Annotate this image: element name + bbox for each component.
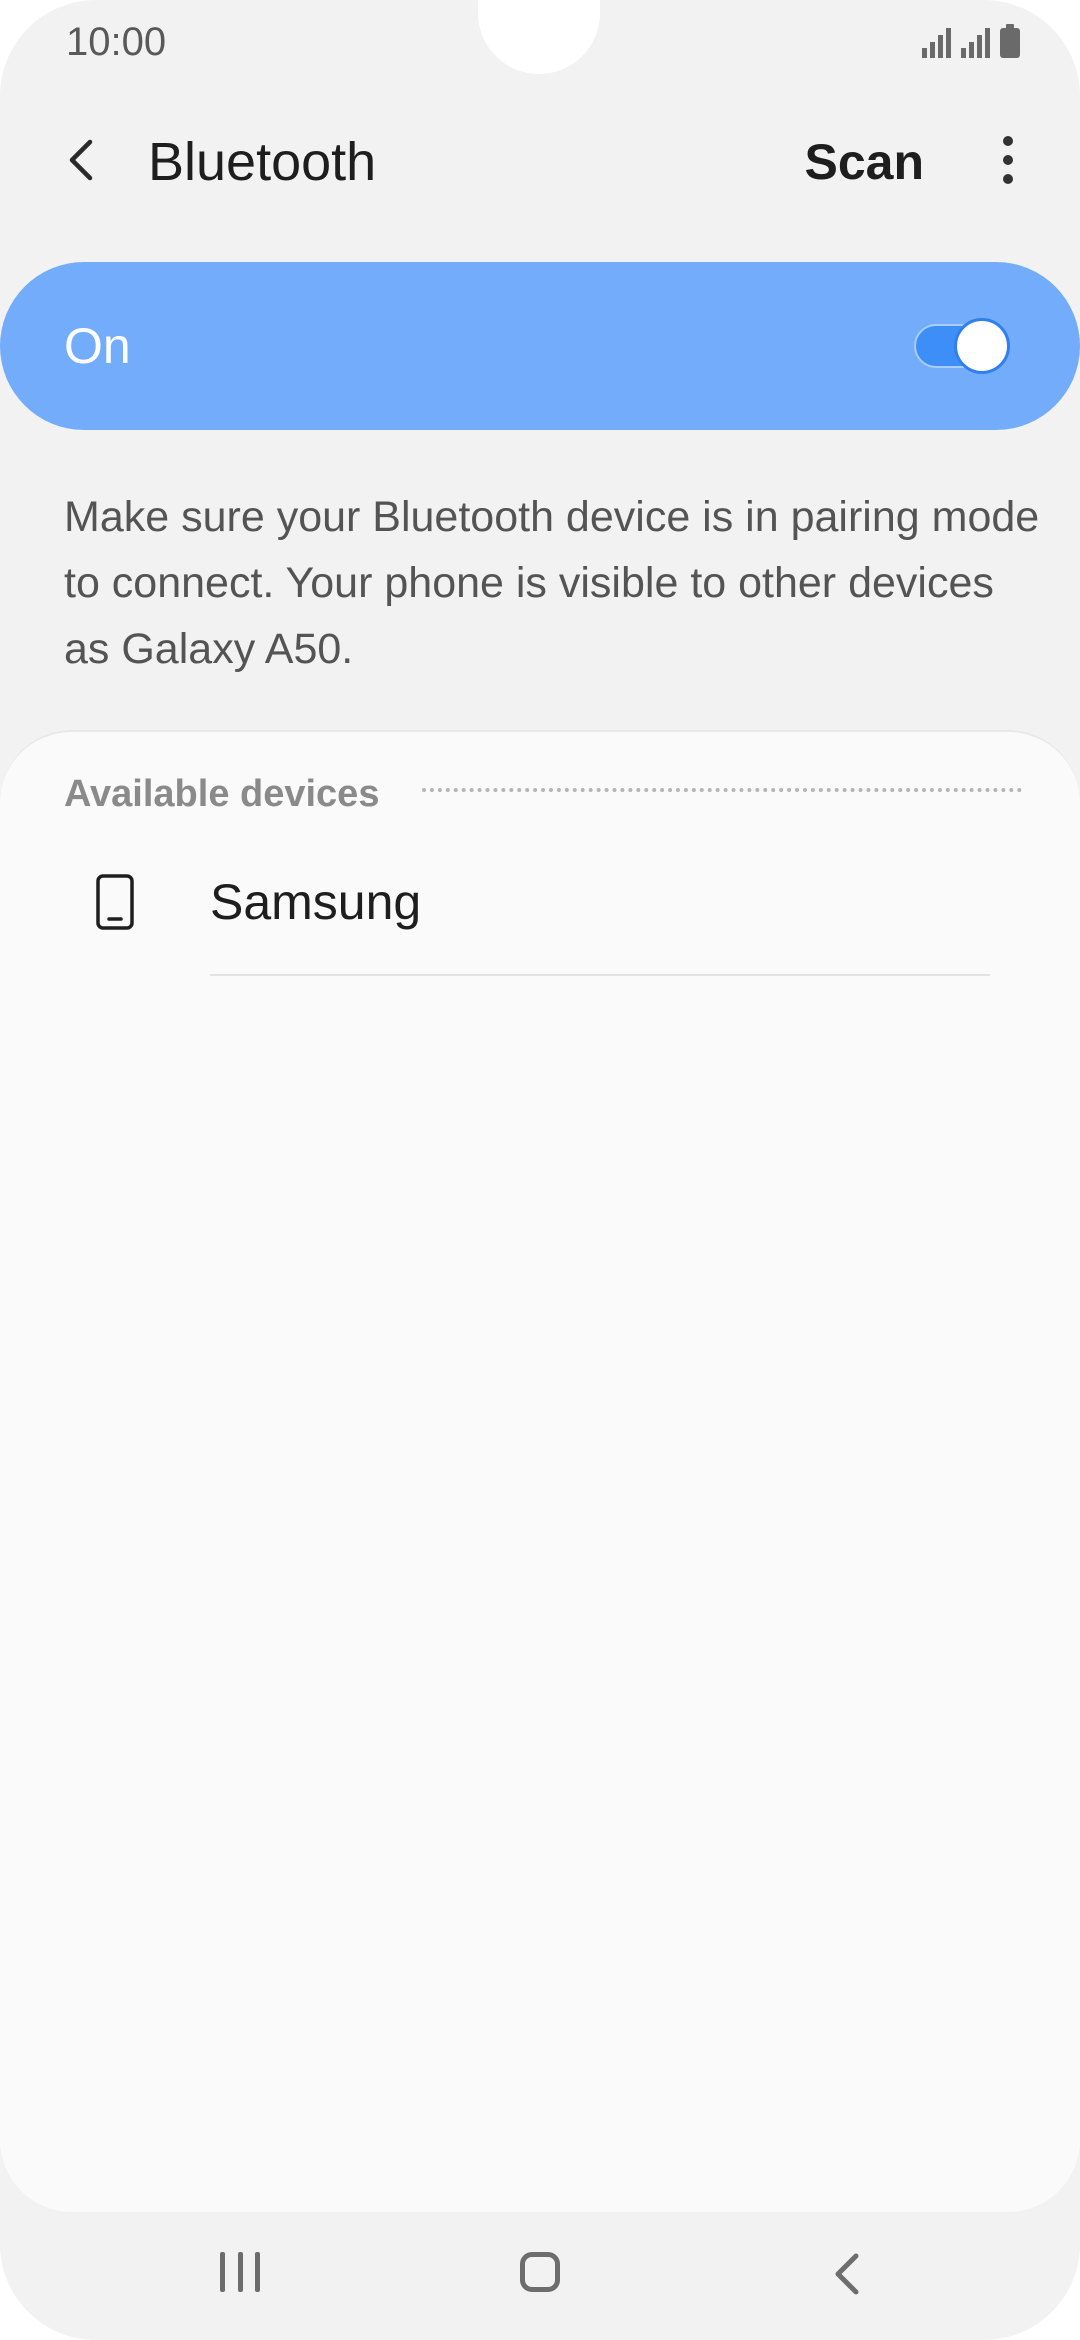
signal-sim1-icon (922, 28, 951, 58)
app-bar: Bluetooth Scan (0, 110, 1080, 210)
status-time: 10:00 (66, 20, 167, 64)
more-vertical-icon (1003, 136, 1013, 146)
back-button[interactable] (52, 128, 116, 192)
device-item[interactable]: Samsung (0, 832, 1080, 976)
camera-notch (478, 0, 600, 74)
phone-icon (96, 874, 134, 930)
status-icons (922, 24, 1020, 58)
switch-label: On (64, 318, 131, 374)
available-devices-panel: Available devices Samsung (0, 730, 1080, 2212)
toggle-knob (954, 318, 1010, 374)
battery-icon (1000, 24, 1020, 58)
recents-icon[interactable] (220, 2252, 260, 2296)
chevron-left-icon (69, 139, 93, 181)
more-options-button[interactable] (976, 128, 1040, 192)
home-icon[interactable] (520, 2252, 560, 2292)
divider (210, 974, 990, 976)
pairing-description: Make sure your Bluetooth device is in pa… (64, 493, 1040, 673)
navigation-bar (0, 2212, 1080, 2340)
section-header: Available devices (64, 773, 380, 815)
device-name: Samsung (210, 874, 422, 930)
bluetooth-toggle[interactable] (914, 318, 1010, 374)
page-title: Bluetooth (148, 132, 377, 192)
back-icon[interactable] (826, 2250, 866, 2298)
scan-button[interactable]: Scan (804, 132, 924, 192)
bluetooth-master-switch[interactable]: On (0, 262, 1080, 430)
signal-sim2-icon (961, 28, 990, 58)
section-divider (422, 788, 1022, 792)
phone-screen: 10:00 Bluetooth Scan On Make sure your B… (0, 0, 1080, 2340)
